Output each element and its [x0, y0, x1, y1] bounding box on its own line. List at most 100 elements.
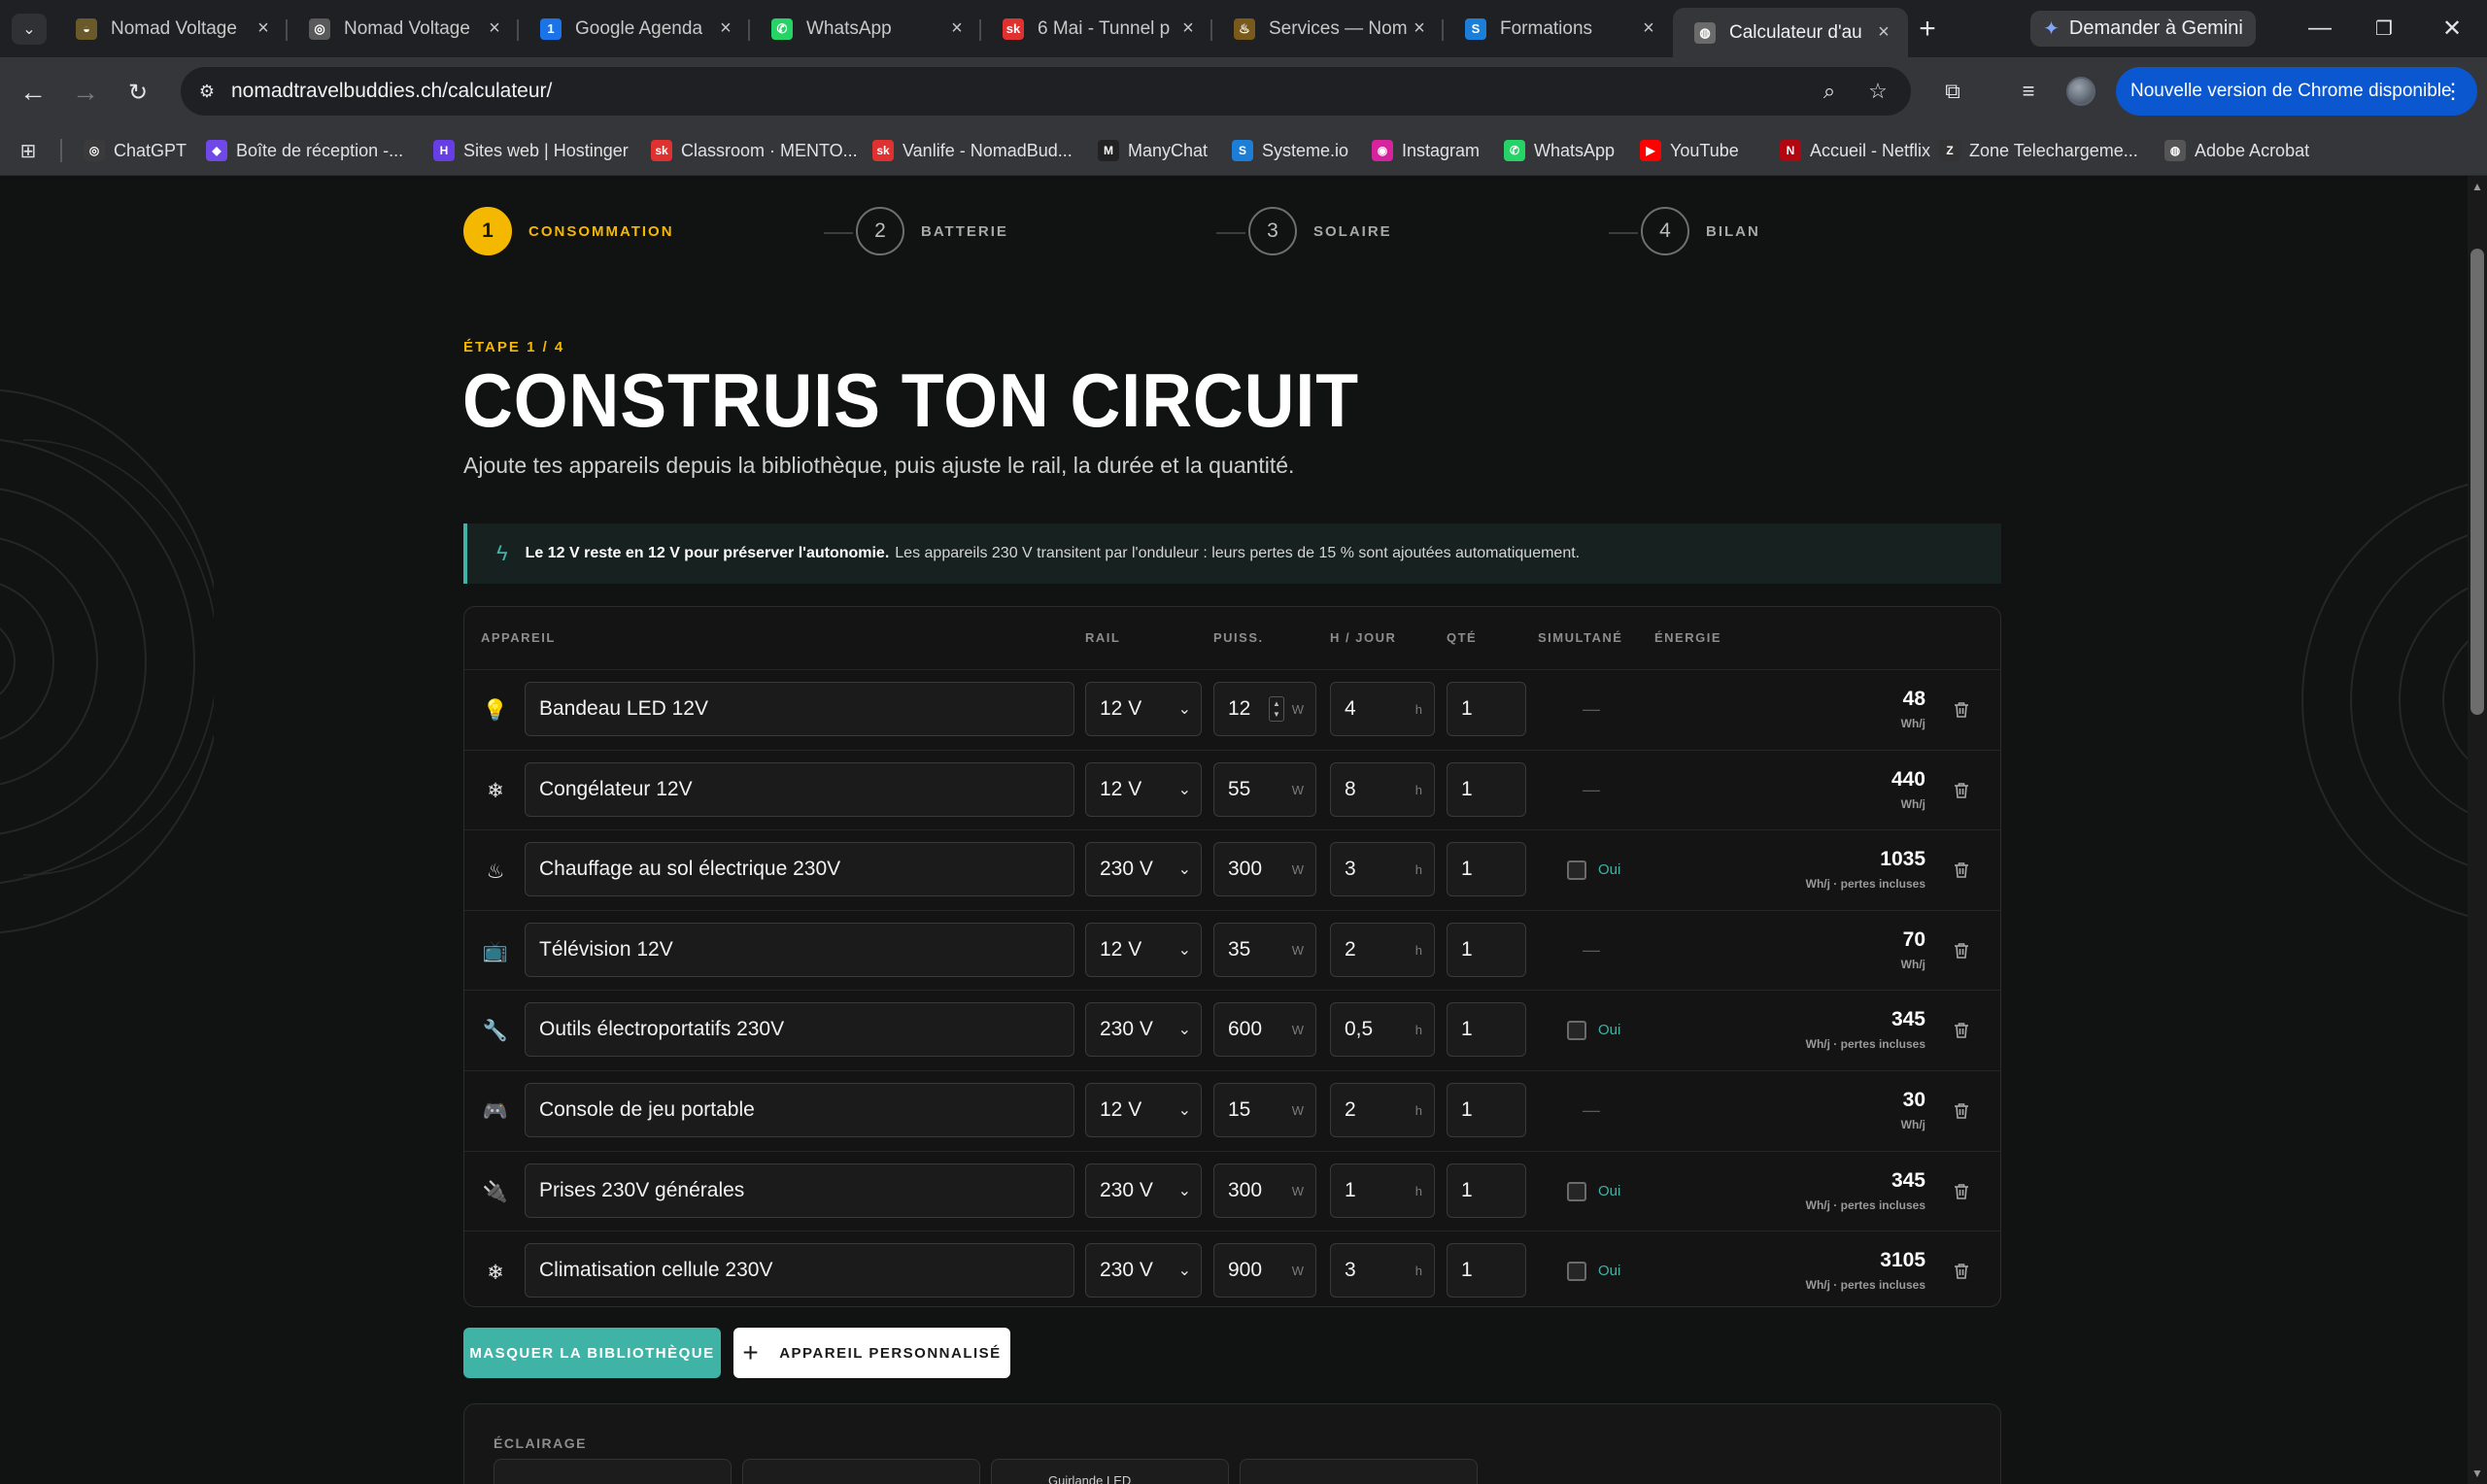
- simultaneous-checkbox[interactable]: [1567, 1021, 1586, 1041]
- bookmark-item[interactable]: ◍ Adobe Acrobat: [2164, 138, 2309, 163]
- rail-select[interactable]: 12 V ⌄: [1085, 761, 1202, 817]
- rail-select[interactable]: 230 V ⌄: [1085, 1163, 1202, 1218]
- tab-search-button[interactable]: ⌄: [12, 14, 47, 45]
- step-3[interactable]: 3 SOLAIRE: [1248, 207, 1392, 255]
- media-control-icon[interactable]: ≡: [2011, 74, 2046, 109]
- apps-grid-icon[interactable]: ⊞: [16, 138, 41, 163]
- power-input[interactable]: 300 W: [1213, 1163, 1316, 1218]
- power-input[interactable]: 55 W: [1213, 761, 1316, 817]
- rail-select[interactable]: 12 V ⌄: [1085, 922, 1202, 977]
- quantity-input[interactable]: 1: [1447, 1002, 1526, 1058]
- toggle-library-button[interactable]: MASQUER LA BIBLIOTHÈQUE: [463, 1328, 721, 1378]
- trash-icon[interactable]: [1951, 778, 1972, 803]
- bookmark-item[interactable]: sk Classroom · MENTO...: [651, 138, 858, 163]
- device-name-input[interactable]: Outils électroportatifs 230V: [525, 1002, 1074, 1058]
- trash-icon[interactable]: [1951, 1259, 1972, 1284]
- step-1[interactable]: 1 CONSOMMATION: [463, 207, 674, 255]
- add-custom-device-button[interactable]: + APPAREIL PERSONNALISÉ: [733, 1328, 1010, 1378]
- reload-button[interactable]: ↻: [119, 73, 157, 112]
- device-name-input[interactable]: Bandeau LED 12V: [525, 682, 1074, 736]
- library-tile[interactable]: [494, 1459, 732, 1484]
- extensions-icon[interactable]: ⧉: [1935, 74, 1970, 109]
- trash-icon[interactable]: [1951, 858, 1972, 883]
- device-name-input[interactable]: Congélateur 12V: [525, 761, 1074, 817]
- gemini-button[interactable]: ✦ Demander à Gemini: [2030, 11, 2256, 47]
- bookmark-item[interactable]: S Systeme.io: [1232, 138, 1348, 163]
- zoom-icon[interactable]: ⌕: [1815, 77, 1844, 106]
- simultaneous-checkbox[interactable]: [1567, 860, 1586, 881]
- tab-close-icon[interactable]: ×: [1638, 17, 1659, 40]
- site-info-icon[interactable]: ⚙: [194, 79, 220, 104]
- library-tile[interactable]: Guirlande LED: [991, 1459, 1229, 1484]
- bookmark-item[interactable]: sk Vanlife - NomadBud...: [872, 138, 1073, 163]
- number-spinner-icon[interactable]: ▲ ▼: [1269, 696, 1284, 722]
- bookmark-item[interactable]: ▶ YouTube: [1640, 138, 1739, 163]
- tab-close-icon[interactable]: ×: [1409, 17, 1430, 40]
- step-4[interactable]: 4 BILAN: [1641, 207, 1760, 255]
- power-input[interactable]: 15 W: [1213, 1083, 1316, 1137]
- maximize-button[interactable]: ❐: [2355, 10, 2413, 47]
- trash-icon[interactable]: [1951, 938, 1972, 963]
- chrome-update-button[interactable]: Nouvelle version de Chrome disponible ⋮: [2116, 67, 2477, 116]
- quantity-input[interactable]: 1: [1447, 682, 1526, 736]
- tab-close-icon[interactable]: ×: [946, 17, 968, 40]
- scroll-thumb[interactable]: [2470, 249, 2484, 715]
- browser-tab[interactable]: ♨ Services — Nom ×: [1212, 8, 1444, 50]
- browser-tab[interactable]: 1 Google Agenda ×: [519, 8, 750, 50]
- quantity-input[interactable]: 1: [1447, 761, 1526, 817]
- power-input[interactable]: 900 W: [1213, 1243, 1316, 1298]
- bookmark-item[interactable]: ◉ Instagram: [1372, 138, 1480, 163]
- bookmark-item[interactable]: Z Zone Telechargeme...: [1939, 138, 2138, 163]
- device-name-input[interactable]: Télévision 12V: [525, 922, 1074, 977]
- bookmark-item[interactable]: N Accueil - Netflix: [1780, 138, 1930, 163]
- rail-select[interactable]: 230 V ⌄: [1085, 1243, 1202, 1298]
- rail-select[interactable]: 12 V ⌄: [1085, 1083, 1202, 1137]
- power-input[interactable]: 600 W: [1213, 1002, 1316, 1058]
- hours-input[interactable]: 0,5 h: [1330, 1002, 1435, 1058]
- rail-select[interactable]: 230 V ⌄: [1085, 842, 1202, 897]
- browser-tab[interactable]: sk 6 Mai - Tunnel p ×: [981, 8, 1212, 50]
- library-tile[interactable]: [1240, 1459, 1478, 1484]
- simultaneous-checkbox[interactable]: [1567, 1262, 1586, 1282]
- bookmark-item[interactable]: ✆ WhatsApp: [1504, 138, 1615, 163]
- device-name-input[interactable]: Console de jeu portable: [525, 1083, 1074, 1137]
- trash-icon[interactable]: [1951, 1098, 1972, 1124]
- quantity-input[interactable]: 1: [1447, 1163, 1526, 1218]
- browser-tab[interactable]: ✆ WhatsApp ×: [750, 8, 981, 50]
- hours-input[interactable]: 8h: [1330, 761, 1435, 817]
- tab-close-icon[interactable]: ×: [715, 17, 736, 40]
- scroll-down-icon[interactable]: ▼: [2471, 1467, 2483, 1480]
- bookmark-star-icon[interactable]: ☆: [1863, 77, 1892, 106]
- quantity-input[interactable]: 1: [1447, 1243, 1526, 1298]
- trash-icon[interactable]: [1951, 697, 1972, 723]
- browser-tab[interactable]: S Formations ×: [1444, 8, 1673, 50]
- tab-close-icon[interactable]: ×: [1873, 21, 1894, 44]
- tab-close-icon[interactable]: ×: [484, 17, 505, 40]
- browser-tab[interactable]: ◎ Nomad Voltage ×: [288, 8, 519, 50]
- hours-input[interactable]: 2h: [1330, 1083, 1435, 1137]
- bookmark-item[interactable]: ◆ Boîte de réception -...: [206, 138, 403, 163]
- page-scrollbar[interactable]: ▲ ▼: [2468, 176, 2487, 1484]
- simultaneous-checkbox[interactable]: [1567, 1181, 1586, 1201]
- address-bar[interactable]: ⚙ nomadtravelbuddies.ch/calculateur/ ⌕ ☆: [181, 67, 1911, 116]
- url-text[interactable]: nomadtravelbuddies.ch/calculateur/: [231, 80, 552, 103]
- tab-close-icon[interactable]: ×: [1177, 17, 1199, 40]
- hours-input[interactable]: 4h: [1330, 682, 1435, 736]
- rail-select[interactable]: 12 V ⌄: [1085, 682, 1202, 736]
- hours-input[interactable]: 3h: [1330, 842, 1435, 897]
- device-name-input[interactable]: Climatisation cellule 230V: [525, 1243, 1074, 1298]
- trash-icon[interactable]: [1951, 1179, 1972, 1204]
- hours-input[interactable]: 3h: [1330, 1243, 1435, 1298]
- browser-tab[interactable]: ◒ Nomad Voltage ×: [54, 8, 288, 50]
- bookmark-item[interactable]: M ManyChat: [1098, 138, 1208, 163]
- quantity-input[interactable]: 1: [1447, 922, 1526, 977]
- rail-select[interactable]: 230 V ⌄: [1085, 1002, 1202, 1058]
- browser-tab[interactable]: ◍ Calculateur d'au ×: [1673, 8, 1908, 57]
- forward-button[interactable]: →: [66, 73, 105, 112]
- device-name-input[interactable]: Chauffage au sol électrique 230V: [525, 842, 1074, 897]
- quantity-input[interactable]: 1: [1447, 1083, 1526, 1137]
- back-button[interactable]: ←: [14, 73, 52, 112]
- step-2[interactable]: 2 BATTERIE: [856, 207, 1008, 255]
- bookmark-item[interactable]: ◎ ChatGPT: [84, 138, 187, 163]
- power-input[interactable]: 300 W: [1213, 842, 1316, 897]
